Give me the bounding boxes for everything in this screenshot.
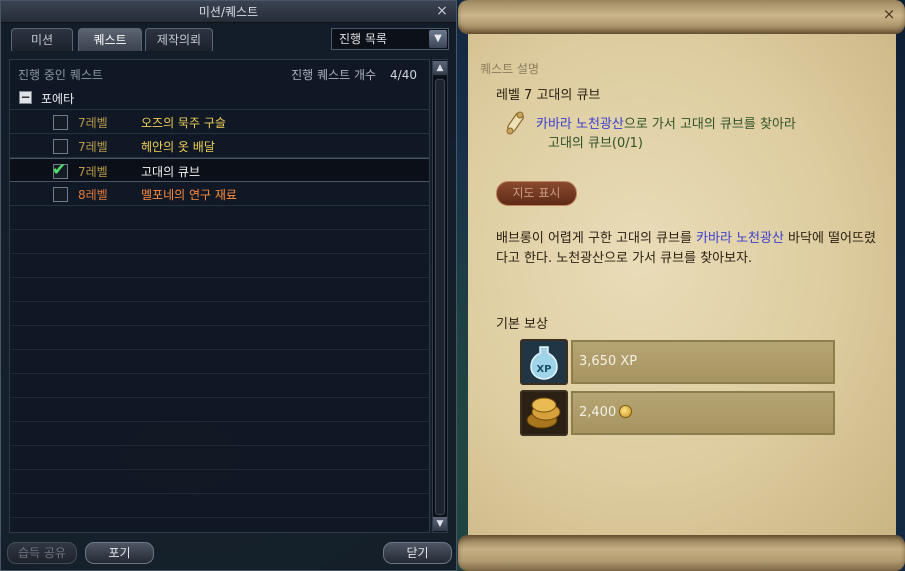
quest-track-checkbox[interactable] bbox=[53, 139, 68, 154]
scroll-roll-top bbox=[458, 0, 905, 34]
objective-location[interactable]: 카바라 노천광산 bbox=[536, 117, 624, 132]
scroll-up-icon[interactable]: ▲ bbox=[433, 61, 447, 75]
quest-description: 배브롱이 어렵게 구한 고대의 큐브를 카바라 노천광산 바닥에 떨어뜨렸다고 … bbox=[496, 229, 886, 269]
quest-row[interactable]: 8레벨 멜포네의 연구 재료 bbox=[10, 182, 429, 206]
quest-window: 미션/퀘스트 × 미션 퀘스트 제작의뢰 진행 목록 ▼ 진행 중인 퀘스트 진… bbox=[0, 0, 457, 571]
objective-text: 카바라 노천광산으로 가서 고대의 큐브를 찾아라 bbox=[536, 113, 796, 132]
in-progress-label: 진행 중인 퀘스트 bbox=[18, 68, 103, 82]
empty-row bbox=[10, 470, 429, 494]
scroll-thumb[interactable] bbox=[435, 79, 445, 515]
quest-count-value: 4/40 bbox=[390, 68, 417, 82]
coin-icon bbox=[619, 405, 633, 418]
section-header: 퀘스트 설명 bbox=[480, 62, 540, 76]
quest-list: 진행 중인 퀘스트 진행 퀘스트 개수 4/40 − 포에타 7레벨 오즈의 묵주… bbox=[9, 59, 430, 533]
quest-track-checkbox[interactable]: ✔ bbox=[52, 160, 68, 180]
tab-craft-request[interactable]: 제작의뢰 bbox=[145, 28, 213, 51]
tab-mission[interactable]: 미션 bbox=[11, 28, 73, 51]
quest-name: 고대의 큐브 bbox=[141, 165, 201, 179]
group-label: 포에타 bbox=[41, 92, 75, 106]
quest-row[interactable]: 7레벨 오즈의 묵주 구슬 bbox=[10, 110, 429, 134]
tab-quest[interactable]: 퀘스트 bbox=[78, 28, 142, 51]
empty-row bbox=[10, 278, 429, 302]
list-filter-value: 진행 목록 bbox=[339, 32, 387, 46]
quest-level: 7레벨 bbox=[78, 140, 108, 154]
quest-name: 오즈의 묵주 구슬 bbox=[141, 116, 226, 130]
chevron-down-icon[interactable]: ▼ bbox=[429, 30, 447, 48]
list-filter-select[interactable]: 진행 목록 ▼ bbox=[331, 28, 449, 50]
close-icon[interactable]: × bbox=[881, 6, 897, 22]
close-button[interactable]: 닫기 bbox=[383, 542, 452, 564]
quest-level: 7레벨 bbox=[78, 165, 108, 179]
empty-row bbox=[10, 302, 429, 326]
empty-row bbox=[10, 422, 429, 446]
reward-gold-value: 2,400 bbox=[579, 405, 617, 420]
description-part1: 배브롱이 어렵게 구한 고대의 큐브를 bbox=[496, 231, 697, 246]
empty-row bbox=[10, 398, 429, 422]
quest-list-scrollbar[interactable]: ▲ ▼ bbox=[432, 59, 448, 533]
quest-detail-window: × 퀘스트 설명 레벨 7 고대의 큐브 카바라 노천광산으로 가서 고대의 큐… bbox=[458, 0, 905, 571]
quest-row[interactable]: 7레벨 헤안의 옷 배달 bbox=[10, 134, 429, 158]
objective-instruction: 으로 가서 고대의 큐브를 찾아라 bbox=[623, 117, 796, 132]
quest-track-checkbox[interactable] bbox=[53, 187, 68, 202]
quest-name: 멜포네의 연구 재료 bbox=[141, 188, 237, 202]
svg-text:XP: XP bbox=[536, 364, 551, 375]
quest-row-selected[interactable]: ✔ 7레벨 고대의 큐브 bbox=[10, 158, 429, 182]
empty-row bbox=[10, 206, 429, 230]
quest-level: 7레벨 bbox=[78, 116, 108, 130]
quest-count-label: 진행 퀘스트 개수 bbox=[291, 68, 377, 82]
quest-track-checkbox[interactable] bbox=[53, 115, 68, 130]
objective-progress: 고대의 큐브(0/1) bbox=[548, 136, 643, 151]
empty-row bbox=[10, 326, 429, 350]
quest-count: 진행 퀘스트 개수 4/40 bbox=[291, 66, 417, 83]
close-icon[interactable]: × bbox=[434, 3, 450, 19]
abandon-button[interactable]: 포기 bbox=[85, 542, 154, 564]
reward-gold: 2,400 bbox=[571, 391, 835, 435]
empty-row bbox=[10, 374, 429, 398]
empty-row bbox=[10, 446, 429, 470]
empty-row bbox=[10, 350, 429, 374]
empty-row bbox=[10, 254, 429, 278]
quest-name: 헤안의 옷 배달 bbox=[141, 140, 215, 154]
collapse-icon[interactable]: − bbox=[19, 91, 32, 104]
description-location[interactable]: 카바라 노천광산 bbox=[696, 231, 784, 246]
gold-coins-icon[interactable] bbox=[520, 390, 568, 436]
show-map-button[interactable]: 지도 표시 bbox=[496, 181, 577, 206]
share-button[interactable]: 습득 공유 bbox=[7, 542, 77, 564]
xp-potion-icon[interactable]: XP bbox=[520, 339, 568, 385]
scroll-quest-icon bbox=[506, 111, 525, 135]
quest-level: 8레벨 bbox=[78, 188, 108, 202]
reward-xp-value: 3,650 XP bbox=[571, 340, 835, 384]
window-title: 미션/퀘스트 bbox=[1, 1, 456, 23]
scroll-roll-bottom bbox=[458, 535, 905, 571]
rewards-title: 기본 보상 bbox=[496, 317, 548, 332]
scroll-down-icon[interactable]: ▼ bbox=[433, 517, 447, 531]
quest-title: 레벨 7 고대의 큐브 bbox=[496, 88, 601, 103]
quest-group-poeta[interactable]: − 포에타 bbox=[10, 86, 429, 110]
checkmark-icon: ✔ bbox=[52, 160, 67, 180]
empty-row bbox=[10, 494, 429, 518]
empty-row bbox=[10, 230, 429, 254]
